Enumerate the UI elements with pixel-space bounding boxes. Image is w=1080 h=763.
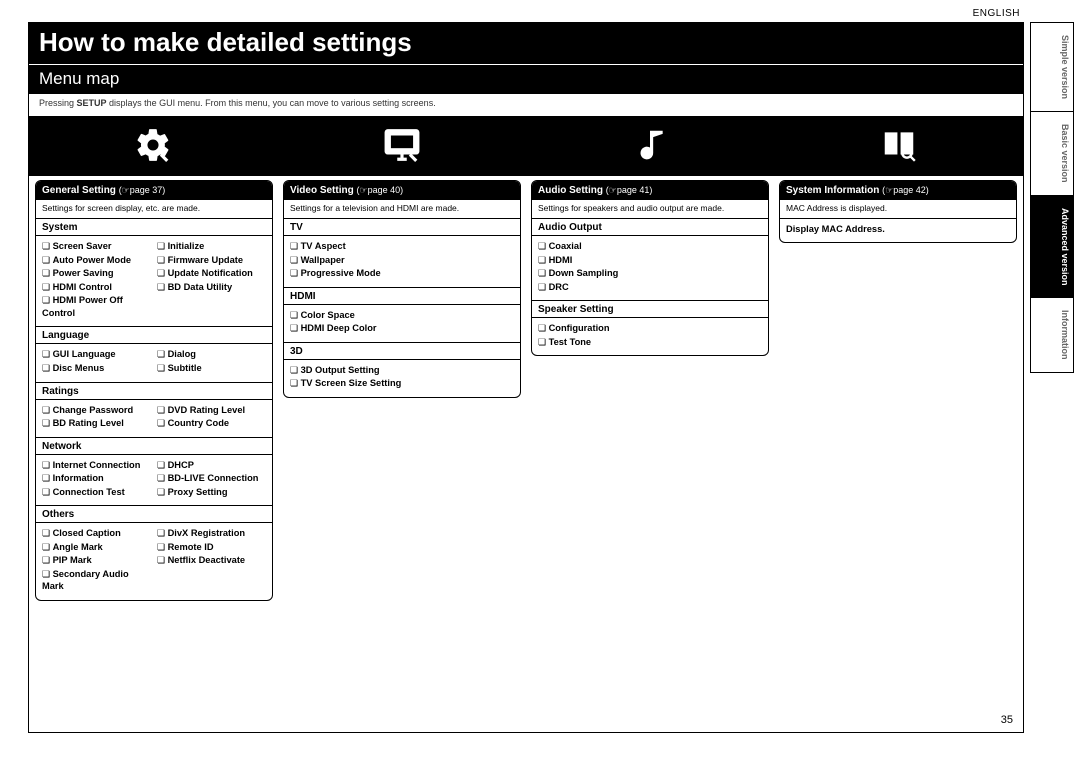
menu-item: Closed Caption [42,527,151,540]
section-speaker: Speaker Setting [532,300,768,318]
menu-item: Progressive Mode [290,267,514,280]
monitor-icon [278,126,527,167]
tab-information[interactable]: Information [1030,297,1074,373]
menu-item: HDMI [538,254,762,267]
general-box: General Setting (☞page 37) Settings for … [35,180,273,601]
display-mac-address: Display MAC Address. [786,224,885,234]
menu-item: Color Space [290,309,514,322]
menu-item: PIP Mark [42,554,151,567]
menu-item: HDMI Deep Color [290,322,514,335]
menu-item: Change Password [42,404,151,417]
section-tv: TV [284,219,520,236]
menu-item: DRC [538,281,762,294]
menu-item: TV Screen Size Setting [290,377,514,390]
menu-item: Down Sampling [538,267,762,280]
tab-simple[interactable]: Simple version [1030,22,1074,112]
menu-item: HDMI Power Off Control [42,294,151,319]
menu-item: Initialize [157,240,266,253]
menu-item: BD Data Utility [157,281,266,294]
menu-item: Information [42,472,151,485]
section-system: System [36,219,272,236]
audio-box: Audio Setting (☞page 41) Settings for sp… [531,180,769,356]
menu-item: BD-LIVE Connection [157,472,266,485]
tab-advanced[interactable]: Advanced version [1030,195,1074,299]
menu-item: Subtitle [157,362,266,375]
icon-strip [29,116,1023,176]
menu-item: Remote ID [157,541,266,554]
menu-item: Coaxial [538,240,762,253]
menu-item: Disc Menus [42,362,151,375]
side-tabs: Simple version Basic version Advanced ve… [1030,22,1074,372]
menu-item: Proxy Setting [157,486,266,499]
menu-item: 3D Output Setting [290,364,514,377]
intro-text: Pressing SETUP displays the GUI menu. Fr… [29,94,1023,112]
section-language: Language [36,326,272,344]
menu-item: Netflix Deactivate [157,554,266,567]
menu-item: DVD Rating Level [157,404,266,417]
language-tag: ENGLISH [973,8,1020,19]
music-note-icon [526,126,775,167]
page-frame: How to make detailed settings Menu map P… [28,22,1024,733]
menu-item: DivX Registration [157,527,266,540]
menu-item: Configuration [538,322,762,335]
menu-item: TV Aspect [290,240,514,253]
section-ratings: Ratings [36,382,272,400]
section-audio-output: Audio Output [532,219,768,236]
sysinfo-box: System Information (☞page 42) MAC Addres… [779,180,1017,243]
section-network: Network [36,437,272,455]
menu-item: Angle Mark [42,541,151,554]
menu-item: Dialog [157,348,266,361]
menu-item: Auto Power Mode [42,254,151,267]
menu-item: Wallpaper [290,254,514,267]
menu-item: Update Notification [157,267,266,280]
menu-item: Screen Saver [42,240,151,253]
video-box: Video Setting (☞page 40) Settings for a … [283,180,521,398]
menu-item: Connection Test [42,486,151,499]
section-hdmi: HDMI [284,287,520,305]
menu-item: GUI Language [42,348,151,361]
book-search-icon [775,126,1024,167]
tab-basic[interactable]: Basic version [1030,111,1074,196]
menu-item: Country Code [157,417,266,430]
menu-item: DHCP [157,459,266,472]
page-number: 35 [1001,714,1013,726]
page-title: How to make detailed settings [29,23,1023,64]
menu-item: Firmware Update [157,254,266,267]
menu-item: BD Rating Level [42,417,151,430]
menu-item: Internet Connection [42,459,151,472]
menu-item: Test Tone [538,336,762,349]
section-others: Others [36,505,272,523]
menu-item: Power Saving [42,267,151,280]
section-3d: 3D [284,342,520,360]
page-subtitle: Menu map [29,64,1023,94]
gear-icon [29,126,278,167]
menu-item: Secondary Audio Mark [42,568,151,593]
menu-item: HDMI Control [42,281,151,294]
